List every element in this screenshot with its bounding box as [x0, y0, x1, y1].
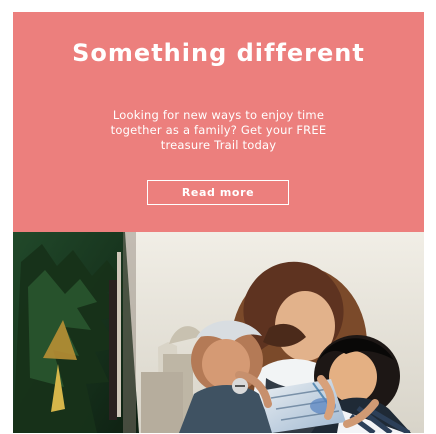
- promo-description-line: treasure Trail today: [160, 137, 277, 152]
- family-reading-photo: [13, 232, 424, 433]
- promo-card: Something different Looking for new ways…: [13, 12, 424, 433]
- promo-title: Something different: [72, 39, 365, 67]
- photo-illustration: [13, 232, 424, 433]
- promo-description: Looking for new ways to enjoy time toget…: [41, 108, 396, 153]
- promo-banner: Something different Looking for new ways…: [13, 12, 424, 232]
- promo-description-line: together as a family? Get your FREE: [110, 122, 327, 137]
- read-more-button[interactable]: Read more: [147, 180, 289, 205]
- promo-description-line: Looking for new ways to enjoy time: [112, 107, 325, 122]
